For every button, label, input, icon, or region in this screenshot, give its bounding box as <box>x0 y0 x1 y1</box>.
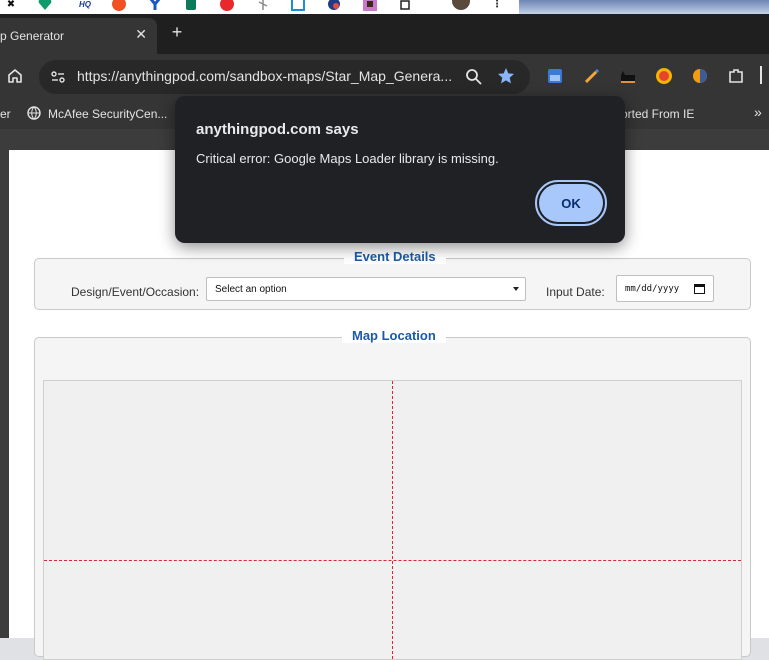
home-icon[interactable] <box>6 67 24 85</box>
avatar-icon[interactable] <box>452 0 470 11</box>
x-icon[interactable]: ✖ <box>4 0 18 11</box>
profile-edge <box>760 66 763 84</box>
image-icon[interactable] <box>546 67 564 85</box>
mi-icon[interactable] <box>112 0 126 11</box>
orange-icon[interactable] <box>691 67 709 85</box>
bookmark-star-icon[interactable] <box>497 67 515 85</box>
dialog-title: anythingpod.com says <box>196 121 359 138</box>
crosshair-vertical <box>392 381 393 659</box>
extensions-puzzle-icon[interactable] <box>727 67 745 85</box>
cup-icon[interactable] <box>184 0 198 11</box>
globe-icon <box>27 106 41 120</box>
event-details-legend: Event Details <box>344 249 446 264</box>
bookmark-mcafee[interactable]: McAfee SecurityCen... <box>48 107 167 121</box>
site-info-icon[interactable] <box>50 69 66 85</box>
box-icon[interactable] <box>291 0 305 11</box>
tab-star-map-generator[interactable]: p Generator ✕ <box>0 18 157 54</box>
map-canvas[interactable] <box>43 380 742 660</box>
puzzle-icon[interactable] <box>399 0 413 11</box>
ok-button[interactable]: OK <box>539 184 603 222</box>
tab-strip: p Generator ✕ + <box>0 14 769 54</box>
g-icon[interactable] <box>220 0 234 11</box>
date-label: Input Date: <box>546 285 605 299</box>
calendar-icon[interactable] <box>694 283 705 294</box>
design-select[interactable]: Select an option <box>206 277 526 301</box>
date-input[interactable]: mm/dd/yyyy <box>616 275 714 302</box>
heart-icon[interactable] <box>38 0 52 11</box>
pen-icon[interactable] <box>583 67 601 85</box>
s-icon[interactable] <box>327 0 341 11</box>
bookmark-item[interactable]: er <box>0 107 11 121</box>
background-photo <box>519 0 769 14</box>
chevron-down-icon <box>513 287 519 291</box>
design-label: Design/Event/Occasion: <box>71 285 200 299</box>
crosshair-horizontal <box>44 560 741 561</box>
more-icon[interactable]: ⋮ <box>490 0 504 11</box>
leaf-icon[interactable] <box>256 0 270 11</box>
new-tab-icon[interactable]: + <box>168 23 186 41</box>
map-location-legend: Map Location <box>342 328 446 343</box>
design-select-value: Select an option <box>215 284 287 295</box>
zoom-icon[interactable] <box>465 68 483 86</box>
event-details-section: Event Details Design/Event/Occasion: Sel… <box>34 249 751 310</box>
date-input-value: mm/dd/yyyy <box>625 284 680 294</box>
browser-toolbar: https://anythingpod.com/sandbox-maps/Sta… <box>0 54 769 99</box>
url-text[interactable]: https://anythingpod.com/sandbox-maps/Sta… <box>77 68 452 84</box>
dialog-message: Critical error: Google Maps Loader libra… <box>196 151 499 166</box>
close-tab-icon[interactable]: ✕ <box>135 26 147 43</box>
address-bar[interactable]: https://anythingpod.com/sandbox-maps/Sta… <box>39 60 530 94</box>
tab-title: p Generator <box>0 29 65 43</box>
grid-icon[interactable] <box>363 0 377 11</box>
mi-extension-icon[interactable] <box>655 67 673 85</box>
bookmark-imported-from-ie[interactable]: orted From IE <box>621 107 694 121</box>
cat-icon[interactable] <box>619 67 637 85</box>
alert-dialog: anythingpod.com says Critical error: Goo… <box>175 96 625 243</box>
top-icon-strip: ✖ HQ ⋮ <box>0 0 769 14</box>
hq-icon[interactable]: HQ <box>76 0 94 11</box>
bookmarks-overflow-icon[interactable]: » <box>754 104 762 120</box>
y-icon[interactable] <box>148 0 162 11</box>
